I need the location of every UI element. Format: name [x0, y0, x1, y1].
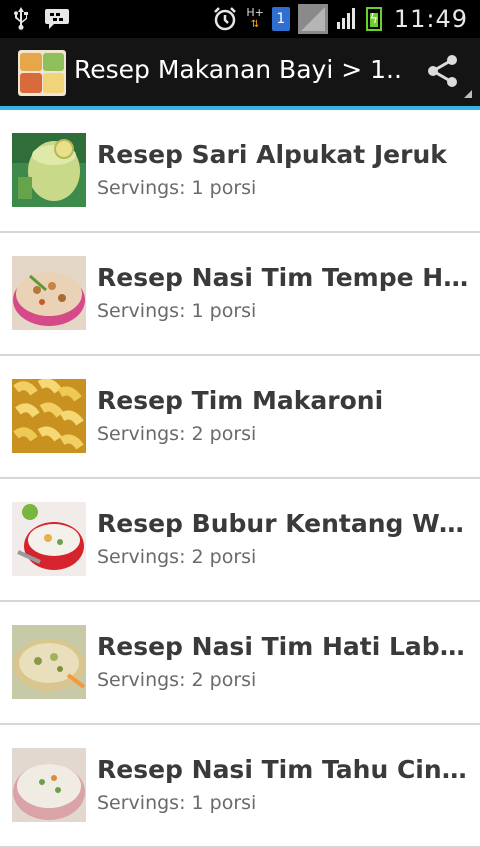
recipe-title: Resep Tim Makaroni [97, 386, 384, 415]
recipe-thumbnail [12, 133, 86, 207]
signal-bars-icon [336, 6, 358, 32]
list-item[interactable]: Resep Sari Alpukat Jeruk Servings: 1 por… [0, 110, 480, 233]
network-type-icon: H+ ⇅ [246, 6, 264, 31]
battery-icon: ϟ [365, 7, 382, 31]
clock: 11:49 [393, 5, 468, 33]
alarm-icon [212, 6, 238, 32]
list-item[interactable]: Resep Bubur Kentang Wortel Servings: 2 p… [0, 479, 480, 602]
recipe-title: Resep Sari Alpukat Jeruk [97, 140, 447, 169]
recipe-thumbnail [12, 256, 86, 330]
recipe-thumbnail [12, 625, 86, 699]
list-item[interactable]: Resep Nasi Tim Tahu Cincang Servings: 1 … [0, 725, 480, 848]
recipe-thumbnail [12, 502, 86, 576]
list-item[interactable]: Resep Nasi Tim Hati Labu Ku... Servings:… [0, 602, 480, 725]
list-item[interactable]: Resep Nasi Tim Tempe Hati... Servings: 1… [0, 233, 480, 356]
share-button[interactable] [410, 38, 480, 106]
list-item[interactable]: Resep Tim Makaroni Servings: 2 porsi [0, 356, 480, 479]
recipe-title: Resep Nasi Tim Tempe Hati... [97, 263, 469, 292]
signal-strength-icon [297, 4, 328, 34]
app-logo-icon[interactable] [18, 50, 66, 96]
recipe-servings: Servings: 2 porsi [97, 546, 257, 568]
action-bar: Resep Makanan Bayi > 1... [0, 38, 480, 110]
recipe-servings: Servings: 2 porsi [97, 423, 257, 445]
recipe-servings: Servings: 1 porsi [97, 300, 257, 322]
recipe-title: Resep Nasi Tim Hati Labu Ku... [97, 632, 469, 661]
recipe-thumbnail [12, 379, 86, 453]
network-type-label: H+ [246, 6, 264, 19]
usb-icon [12, 6, 30, 32]
recipe-servings: Servings: 1 porsi [97, 177, 257, 199]
recipe-servings: Servings: 1 porsi [97, 792, 257, 814]
recipe-servings: Servings: 2 porsi [97, 669, 257, 691]
recipe-list: Resep Sari Alpukat Jeruk Servings: 1 por… [0, 110, 480, 848]
screen-title: Resep Makanan Bayi > 1... [74, 55, 404, 84]
bbm-icon [44, 6, 70, 32]
recipe-thumbnail [12, 748, 86, 822]
recipe-title: Resep Nasi Tim Tahu Cincang [97, 755, 469, 784]
sim-icon: 1 [271, 7, 290, 31]
share-icon [428, 55, 457, 87]
status-bar: H+ ⇅ 1 ϟ 11:49 [0, 0, 480, 38]
recipe-title: Resep Bubur Kentang Wortel [97, 509, 469, 538]
